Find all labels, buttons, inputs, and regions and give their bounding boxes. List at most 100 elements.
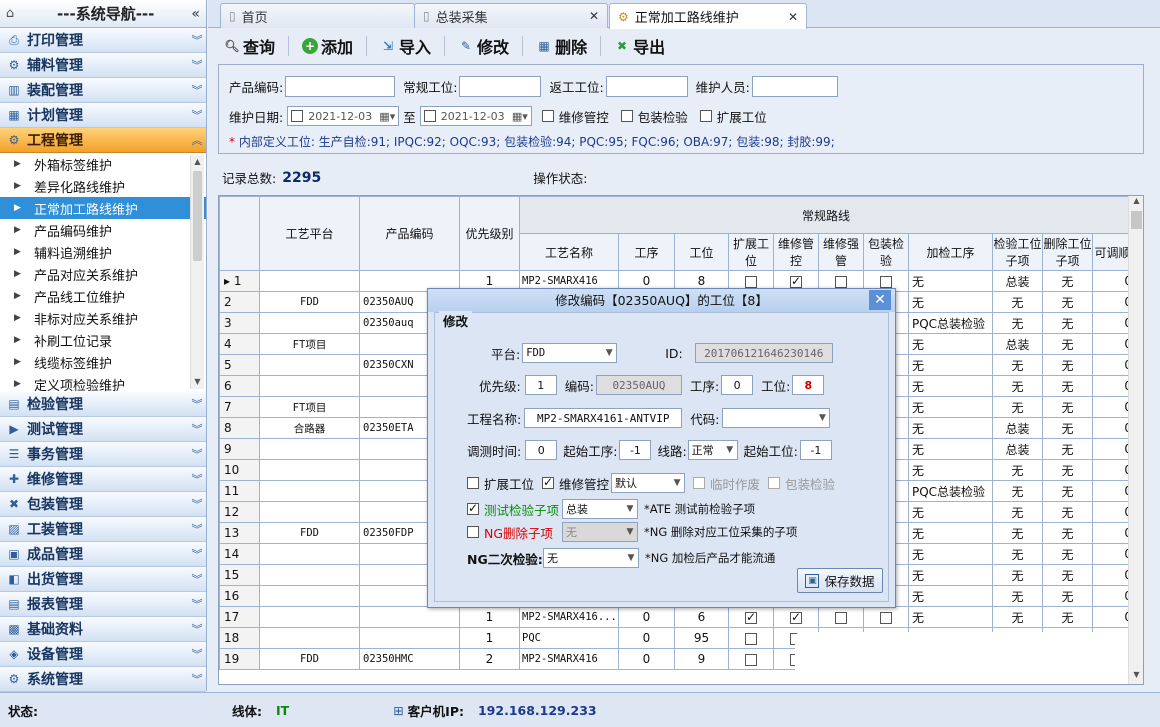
daima-select[interactable]: ▼ [722, 408, 831, 428]
ng-delete-select[interactable]: 无 ▼ [562, 522, 638, 542]
chevron-down-icon[interactable]: ︾ [188, 421, 206, 437]
nav-module-bottom-5[interactable]: ▨ 工装管理 ︾ [0, 517, 206, 542]
adjust-input[interactable]: 0 [525, 440, 558, 460]
close-icon[interactable]: ✕ [581, 9, 599, 23]
calendar-icon[interactable]: ▦▾ [512, 110, 528, 123]
ext-station-checkbox[interactable] [745, 610, 757, 624]
chevron-down-icon[interactable]: ︾ [188, 57, 206, 73]
submenu-item[interactable]: ▶ 产品编码维护 [0, 219, 206, 241]
chevron-up-icon[interactable]: ︽ [188, 132, 206, 148]
repair-ctrl-checkbox[interactable] [790, 610, 802, 624]
collapse-icon[interactable]: « [191, 6, 200, 22]
submenu-item[interactable]: ▶ 辅料追溯维护 [0, 241, 206, 263]
chevron-down-icon[interactable]: ︾ [188, 521, 206, 537]
col-repair-ctrl[interactable]: 维修管控 [773, 233, 819, 271]
nav-module-bottom-4[interactable]: ✖ 包装管理 ︾ [0, 492, 206, 517]
chevron-down-icon[interactable]: ︾ [188, 496, 206, 512]
nav-module-bottom-11[interactable]: ⚙ 系统管理 ︾ [0, 667, 206, 692]
pack-check-checkbox[interactable] [880, 611, 892, 624]
col-check-sub[interactable]: 检验工位子项 [992, 233, 1043, 271]
col-delete-sub[interactable]: 删除工位子项 [1042, 233, 1093, 271]
repair-mode-select[interactable]: 默认 ▼ [611, 473, 686, 493]
date-to-checkbox[interactable] [423, 110, 436, 122]
col-platform[interactable]: 工艺平台 [259, 196, 360, 271]
test-sub-select[interactable]: 总装 ▼ [562, 499, 638, 519]
nav-module-bottom-8[interactable]: ▤ 报表管理 ︾ [0, 592, 206, 617]
calendar-icon[interactable]: ▦▾ [379, 110, 395, 123]
temp-void-checkbox[interactable] [693, 477, 706, 489]
ext-station-checkbox[interactable] [467, 477, 479, 489]
ng2-select[interactable]: 无 ▼ [543, 548, 639, 568]
nav-module-bottom-7[interactable]: ◧ 出货管理 ︾ [0, 567, 206, 592]
ext-station-checkbox[interactable] [745, 275, 757, 288]
repair-ctrl-checkbox[interactable] [541, 110, 554, 122]
start-station-input[interactable]: -1 [799, 440, 832, 460]
chevron-down-icon[interactable]: ︾ [188, 82, 206, 98]
repair-force-checkbox[interactable] [835, 275, 847, 288]
op-input[interactable]: 0 [721, 375, 754, 395]
close-icon[interactable]: ✕ [780, 10, 798, 24]
submenu-item[interactable]: ▶ 线缆标签维护 [0, 351, 206, 373]
close-icon[interactable]: ✕ [869, 290, 891, 310]
pack-check-checkbox[interactable] [620, 110, 633, 122]
nav-module-bottom-1[interactable]: ▶ 测试管理 ︾ [0, 417, 206, 442]
grid-scrollbar[interactable]: ▲ ▼ [1128, 196, 1143, 684]
chevron-down-icon[interactable]: ︾ [188, 671, 206, 687]
nav-module-top-1[interactable]: ⚙ 辅料管理 ︾ [0, 53, 206, 78]
submenu-item[interactable]: ▶ 外箱标签维护 [0, 153, 206, 175]
ng-delete-checkbox[interactable] [467, 526, 479, 538]
date-from-picker[interactable]: 2021-12-03 ▦▾ [287, 106, 400, 126]
station-input[interactable]: 8 [792, 375, 825, 395]
scroll-up-icon[interactable]: ▲ [1129, 196, 1143, 210]
tab-home[interactable]: ▯ 首页 [220, 3, 415, 28]
pack-check-checkbox[interactable] [768, 477, 781, 489]
chevron-down-icon[interactable]: ︾ [188, 107, 206, 123]
submenu-scrollbar[interactable]: ▲ ▼ [190, 155, 204, 389]
nav-module-bottom-3[interactable]: ✚ 维修管理 ︾ [0, 467, 206, 492]
nav-module-top-2[interactable]: ▥ 装配管理 ︾ [0, 78, 206, 103]
add-button[interactable]: + 添加 [302, 34, 353, 58]
chevron-down-icon[interactable]: ︾ [188, 32, 206, 48]
maintainer-input[interactable] [751, 76, 838, 97]
normal-station-input[interactable] [459, 76, 542, 97]
scroll-up-icon[interactable]: ▲ [191, 155, 204, 169]
date-from-checkbox[interactable] [291, 110, 304, 122]
tab-normal-route[interactable]: ⚙ 正常加工路线维护 ✕ [609, 3, 807, 29]
nav-module-bottom-10[interactable]: ◈ 设备管理 ︾ [0, 642, 206, 667]
ext-station-checkbox[interactable] [745, 653, 757, 666]
chevron-down-icon[interactable]: ︾ [188, 596, 206, 612]
edit-button[interactable]: ✎ 修改 [458, 34, 509, 58]
col-op[interactable]: 工序 [618, 233, 675, 271]
scroll-down-icon[interactable]: ▼ [191, 375, 204, 389]
start-op-input[interactable]: -1 [619, 440, 652, 460]
scroll-down-icon[interactable]: ▼ [1129, 670, 1143, 684]
col-adjust[interactable]: 可调顺 [1092, 233, 1133, 271]
submenu-item[interactable]: ▶ 非标对应关系维护 [0, 307, 206, 329]
chevron-down-icon[interactable]: ︾ [188, 646, 206, 662]
delete-button[interactable]: ▦ 删除 [536, 34, 587, 58]
col-repair-force[interactable]: 维修强管 [818, 233, 864, 271]
platform-select[interactable]: FDD ▼ [522, 343, 618, 363]
nav-module-top-4[interactable]: ⚙ 工程管理 ︽ [0, 128, 206, 153]
ext-station-checkbox[interactable] [699, 110, 712, 122]
chevron-down-icon[interactable]: ︾ [188, 446, 206, 462]
col-pack-check[interactable]: 包装检验 [863, 233, 909, 271]
export-button[interactable]: ✖ 导出 [614, 34, 665, 58]
repair-force-checkbox[interactable] [835, 611, 847, 624]
rework-station-input[interactable] [605, 76, 688, 97]
nav-module-top-0[interactable]: ⎙ 打印管理 ︾ [0, 28, 206, 53]
scroll-thumb[interactable] [193, 171, 202, 261]
submenu-item[interactable]: ▶ 产品线工位维护 [0, 285, 206, 307]
save-button[interactable]: ▣ 保存数据 [797, 568, 883, 593]
col-ext-station[interactable]: 扩展工位 [728, 233, 774, 271]
table-row[interactable]: 171MP2-SMARX416...06无无无0 [219, 606, 1133, 628]
col-product-code[interactable]: 产品编码 [359, 196, 460, 271]
chevron-down-icon[interactable]: ︾ [188, 471, 206, 487]
product-code-input[interactable] [285, 76, 396, 97]
nav-module-bottom-6[interactable]: ▣ 成品管理 ︾ [0, 542, 206, 567]
date-to-picker[interactable]: 2021-12-03 ▦▾ [419, 106, 532, 126]
tab-assembly[interactable]: ▯ 总装采集 ✕ [414, 3, 608, 28]
line-select[interactable]: 正常 ▼ [687, 440, 738, 460]
repair-ctrl-checkbox[interactable] [790, 274, 802, 288]
nav-module-bottom-9[interactable]: ▩ 基础资料 ︾ [0, 617, 206, 642]
